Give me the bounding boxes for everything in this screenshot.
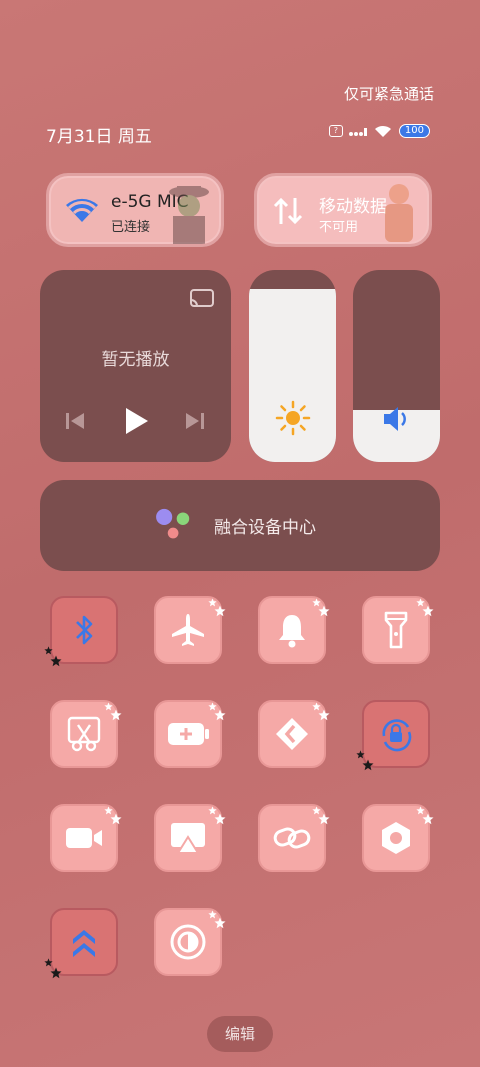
play-icon[interactable] <box>122 406 150 436</box>
status-bar-icons: ? 100 <box>328 124 430 138</box>
star-decoration-icon <box>214 810 226 825</box>
bell-icon <box>275 611 309 649</box>
media-title: 暂无播放 <box>101 350 170 370</box>
star-decoration-icon <box>44 640 53 655</box>
link-icon <box>272 822 312 854</box>
edit-button[interactable]: 编辑 <box>207 1016 273 1052</box>
wifi-toggle[interactable]: e-5G MIC 已连接 <box>46 173 224 247</box>
star-decoration-icon <box>312 800 321 815</box>
star-decoration-icon <box>208 800 217 815</box>
battery-icon: 100 <box>398 124 430 138</box>
fusion-label: 融合设备中心 <box>214 518 316 538</box>
sun-icon <box>275 400 310 436</box>
volume-slider[interactable] <box>353 270 440 462</box>
screen-cast-icon <box>169 821 207 855</box>
star-decoration-icon <box>214 602 226 617</box>
wifi-status-icon <box>374 125 391 137</box>
star-decoration-icon <box>356 744 365 759</box>
star-decoration-icon <box>104 800 113 815</box>
mobile-data-status: 不可用 <box>319 220 359 235</box>
speaker-icon <box>383 407 406 431</box>
wifi-status: 已连接 <box>111 220 151 235</box>
detective-sticker-icon <box>169 186 209 244</box>
star-decoration-icon <box>208 696 217 711</box>
next-track-icon[interactable] <box>184 410 206 432</box>
chevrons-up-icon <box>69 925 99 959</box>
wifi-icon <box>66 198 98 222</box>
kdrive-icon <box>274 716 310 752</box>
airplane-icon <box>168 610 208 650</box>
fusion-device-center[interactable]: 融合设备中心 <box>40 480 440 571</box>
star-decoration-icon <box>318 602 330 617</box>
star-decoration-icon <box>214 914 226 929</box>
battery-saver-icon <box>166 720 210 748</box>
video-camera-icon <box>64 824 104 852</box>
star-decoration-icon <box>422 602 434 617</box>
previous-track-icon[interactable] <box>64 410 86 432</box>
signal-icon <box>348 128 367 136</box>
character-sticker-icon <box>385 184 413 242</box>
star-decoration-icon <box>422 810 434 825</box>
emergency-call-text: 仅可紧急通话 <box>343 85 434 103</box>
screenshot-cut-icon <box>66 715 102 753</box>
star-decoration-icon <box>416 592 425 607</box>
star-decoration-icon <box>208 592 217 607</box>
star-decoration-icon <box>312 696 321 711</box>
star-decoration-icon <box>208 904 217 919</box>
nut-icon <box>377 819 415 857</box>
mobile-data-toggle[interactable]: 移动数据 不可用 <box>254 173 432 247</box>
star-decoration-icon <box>318 706 330 721</box>
flashlight-icon <box>383 610 409 650</box>
brightness-slider[interactable] <box>249 270 336 462</box>
rotation-lock-icon <box>376 714 416 754</box>
contrast-icon <box>169 923 207 961</box>
star-decoration-icon <box>312 592 321 607</box>
star-decoration-icon <box>110 706 122 721</box>
cast-icon[interactable] <box>189 288 215 310</box>
star-decoration-icon <box>104 696 113 711</box>
star-decoration-icon <box>110 810 122 825</box>
brightness-fill <box>249 289 336 462</box>
star-decoration-icon <box>416 800 425 815</box>
star-decoration-icon <box>214 706 226 721</box>
bluetooth-icon <box>69 613 99 647</box>
sim-icon: ? <box>328 125 343 137</box>
date-text: 7月31日 周五 <box>46 127 152 147</box>
data-arrows-icon <box>273 197 303 225</box>
star-decoration-icon <box>50 652 62 667</box>
star-decoration-icon <box>318 810 330 825</box>
star-decoration-icon <box>44 952 53 967</box>
star-decoration-icon <box>362 756 374 771</box>
star-decoration-icon <box>50 964 62 979</box>
fusion-dots-icon <box>156 508 190 539</box>
media-player-card[interactable]: 暂无播放 <box>40 270 231 462</box>
